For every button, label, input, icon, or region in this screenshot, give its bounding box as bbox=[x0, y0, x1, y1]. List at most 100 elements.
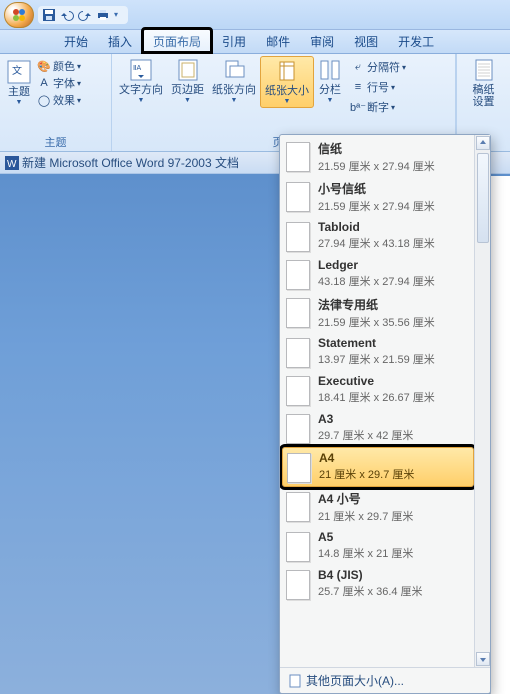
item-name: Ledger bbox=[318, 258, 435, 272]
paper-size-item-executive[interactable]: Executive18.41 厘米 x 26.67 厘米 bbox=[282, 371, 474, 409]
tab-review[interactable]: 审阅 bbox=[300, 29, 344, 53]
qat-dropdown-icon[interactable]: ▾ bbox=[114, 10, 124, 19]
tab-developer[interactable]: 开发工 bbox=[388, 29, 444, 53]
svg-text:W: W bbox=[7, 159, 17, 170]
breaks-label: 分隔符 bbox=[367, 59, 400, 75]
theme-effects-label: 效果 bbox=[53, 92, 75, 108]
tab-insert[interactable]: 插入 bbox=[98, 29, 142, 53]
item-name: A3 bbox=[318, 412, 413, 426]
page-icon bbox=[286, 414, 310, 444]
paper-size-item-a5[interactable]: A514.8 厘米 x 21 厘米 bbox=[282, 527, 474, 565]
paper-size-item-a3[interactable]: A329.7 厘米 x 42 厘米 bbox=[282, 409, 474, 447]
paper-size-button[interactable]: 纸张大小▼ bbox=[260, 56, 314, 108]
orientation-label: 纸张方向 bbox=[212, 84, 256, 96]
group-themes: 文 主题 ▼ 🎨颜色▾ A字体▾ ◯效果▾ 主题 bbox=[0, 54, 112, 151]
item-dim: 18.41 厘米 x 26.67 厘米 bbox=[318, 389, 435, 405]
columns-button[interactable]: 分栏▼ bbox=[314, 56, 346, 106]
theme-fonts-label: 字体 bbox=[53, 75, 75, 91]
item-dim: 21.59 厘米 x 27.94 厘米 bbox=[318, 158, 435, 174]
item-dim: 27.94 厘米 x 43.18 厘米 bbox=[318, 235, 435, 251]
paper-size-item-b4-jis[interactable]: B4 (JIS)25.7 厘米 x 36.4 厘米 bbox=[282, 565, 474, 603]
writing-paper-button[interactable]: 稿纸 设置 bbox=[468, 56, 500, 110]
writing-paper-sublabel: 设置 bbox=[473, 96, 495, 108]
office-button[interactable] bbox=[4, 2, 34, 28]
item-dim: 21 厘米 x 29.7 厘米 bbox=[318, 508, 413, 524]
hyphenation-icon: bª⁻ bbox=[351, 100, 365, 114]
breaks-button[interactable]: ⤶分隔符▾ bbox=[349, 58, 408, 76]
item-dim: 21 厘米 x 29.7 厘米 bbox=[319, 466, 414, 482]
tab-home[interactable]: 开始 bbox=[54, 29, 98, 53]
tab-references[interactable]: 引用 bbox=[212, 29, 256, 53]
document-title: 新建 Microsoft Office Word 97-2003 文档 bbox=[22, 154, 239, 171]
document-edge bbox=[490, 176, 510, 694]
paper-size-item-letter[interactable]: 信纸21.59 厘米 x 27.94 厘米 bbox=[282, 137, 474, 177]
redo-icon[interactable] bbox=[78, 8, 92, 22]
fonts-icon: A bbox=[37, 76, 51, 90]
text-direction-icon: ⅡA bbox=[129, 58, 153, 82]
save-icon[interactable] bbox=[42, 8, 56, 22]
item-name: 法律专用纸 bbox=[318, 296, 435, 313]
page-icon bbox=[286, 570, 310, 600]
page-icon bbox=[286, 260, 310, 290]
paper-size-item-tabloid[interactable]: Tabloid27.94 厘米 x 43.18 厘米 bbox=[282, 217, 474, 255]
group-themes-label: 主题 bbox=[3, 134, 108, 151]
paper-size-item-statement[interactable]: Statement13.97 厘米 x 21.59 厘米 bbox=[282, 333, 474, 371]
page-icon bbox=[286, 492, 310, 522]
dropdown-scrollbar[interactable] bbox=[474, 135, 490, 667]
tab-view[interactable]: 视图 bbox=[344, 29, 388, 53]
scroll-thumb[interactable] bbox=[477, 153, 489, 243]
item-dim: 21.59 厘米 x 35.56 厘米 bbox=[318, 314, 435, 330]
paper-size-dropdown: 信纸21.59 厘米 x 27.94 厘米 小号信纸21.59 厘米 x 27.… bbox=[279, 134, 491, 694]
item-name: A4 bbox=[319, 451, 414, 465]
paper-size-item-letter-small[interactable]: 小号信纸21.59 厘米 x 27.94 厘米 bbox=[282, 177, 474, 217]
margins-button[interactable]: 页边距▼ bbox=[167, 56, 208, 106]
undo-icon[interactable] bbox=[60, 8, 74, 22]
theme-effects-button[interactable]: ◯效果▾ bbox=[37, 92, 81, 108]
line-numbers-button[interactable]: ≡行号▾ bbox=[349, 78, 408, 96]
orientation-button[interactable]: 纸张方向▼ bbox=[208, 56, 260, 106]
page-icon bbox=[286, 222, 310, 252]
writing-paper-label: 稿纸 bbox=[473, 84, 495, 96]
paper-size-item-a4[interactable]: A421 厘米 x 29.7 厘米 bbox=[282, 447, 474, 487]
margins-icon bbox=[176, 58, 200, 82]
page-icon bbox=[287, 453, 311, 483]
writing-paper-icon bbox=[472, 58, 496, 82]
columns-label: 分栏 bbox=[319, 84, 341, 96]
theme-colors-button[interactable]: 🎨颜色▾ bbox=[37, 58, 81, 74]
more-paper-sizes-button[interactable]: 其他页面大小(A)... bbox=[280, 667, 490, 693]
ribbon-tabs: 开始 插入 页面布局 引用 邮件 审阅 视图 开发工 bbox=[0, 30, 510, 54]
chevron-down-icon: ▼ bbox=[16, 99, 23, 106]
tab-mailings[interactable]: 邮件 bbox=[256, 29, 300, 53]
page-icon bbox=[286, 338, 310, 368]
page-icon bbox=[288, 674, 302, 688]
paper-size-item-ledger[interactable]: Ledger43.18 厘米 x 27.94 厘米 bbox=[282, 255, 474, 293]
hyphenation-button[interactable]: bª⁻断字▾ bbox=[349, 98, 408, 116]
item-dim: 25.7 厘米 x 36.4 厘米 bbox=[318, 583, 423, 599]
paper-size-icon bbox=[275, 59, 299, 83]
word-doc-icon: W bbox=[5, 156, 19, 170]
svg-text:ⅡA: ⅡA bbox=[133, 65, 141, 72]
print-icon[interactable] bbox=[96, 8, 110, 22]
page-icon bbox=[286, 142, 310, 172]
quick-access-toolbar: ▾ bbox=[38, 6, 128, 24]
page-icon bbox=[286, 298, 310, 328]
item-dim: 14.8 厘米 x 21 厘米 bbox=[318, 545, 413, 561]
effects-icon: ◯ bbox=[37, 93, 51, 107]
columns-icon bbox=[318, 58, 342, 82]
paper-size-list: 信纸21.59 厘米 x 27.94 厘米 小号信纸21.59 厘米 x 27.… bbox=[280, 135, 474, 667]
paper-size-label: 纸张大小 bbox=[265, 85, 309, 97]
text-direction-button[interactable]: ⅡA 文字方向▼ bbox=[115, 56, 167, 106]
line-numbers-icon: ≡ bbox=[351, 80, 365, 94]
item-name: Statement bbox=[318, 336, 435, 350]
tab-page-layout[interactable]: 页面布局 bbox=[142, 28, 212, 53]
paper-size-item-a4-small[interactable]: A4 小号21 厘米 x 29.7 厘米 bbox=[282, 487, 474, 527]
scroll-up-button[interactable] bbox=[476, 136, 490, 150]
text-direction-label: 文字方向 bbox=[119, 84, 163, 96]
item-name: Tabloid bbox=[318, 220, 435, 234]
paper-size-item-legal[interactable]: 法律专用纸21.59 厘米 x 35.56 厘米 bbox=[282, 293, 474, 333]
svg-text:文: 文 bbox=[12, 64, 22, 77]
theme-fonts-button[interactable]: A字体▾ bbox=[37, 75, 81, 91]
scroll-down-button[interactable] bbox=[476, 652, 490, 666]
themes-button[interactable]: 文 主题 ▼ bbox=[3, 56, 35, 108]
colors-icon: 🎨 bbox=[37, 59, 51, 73]
